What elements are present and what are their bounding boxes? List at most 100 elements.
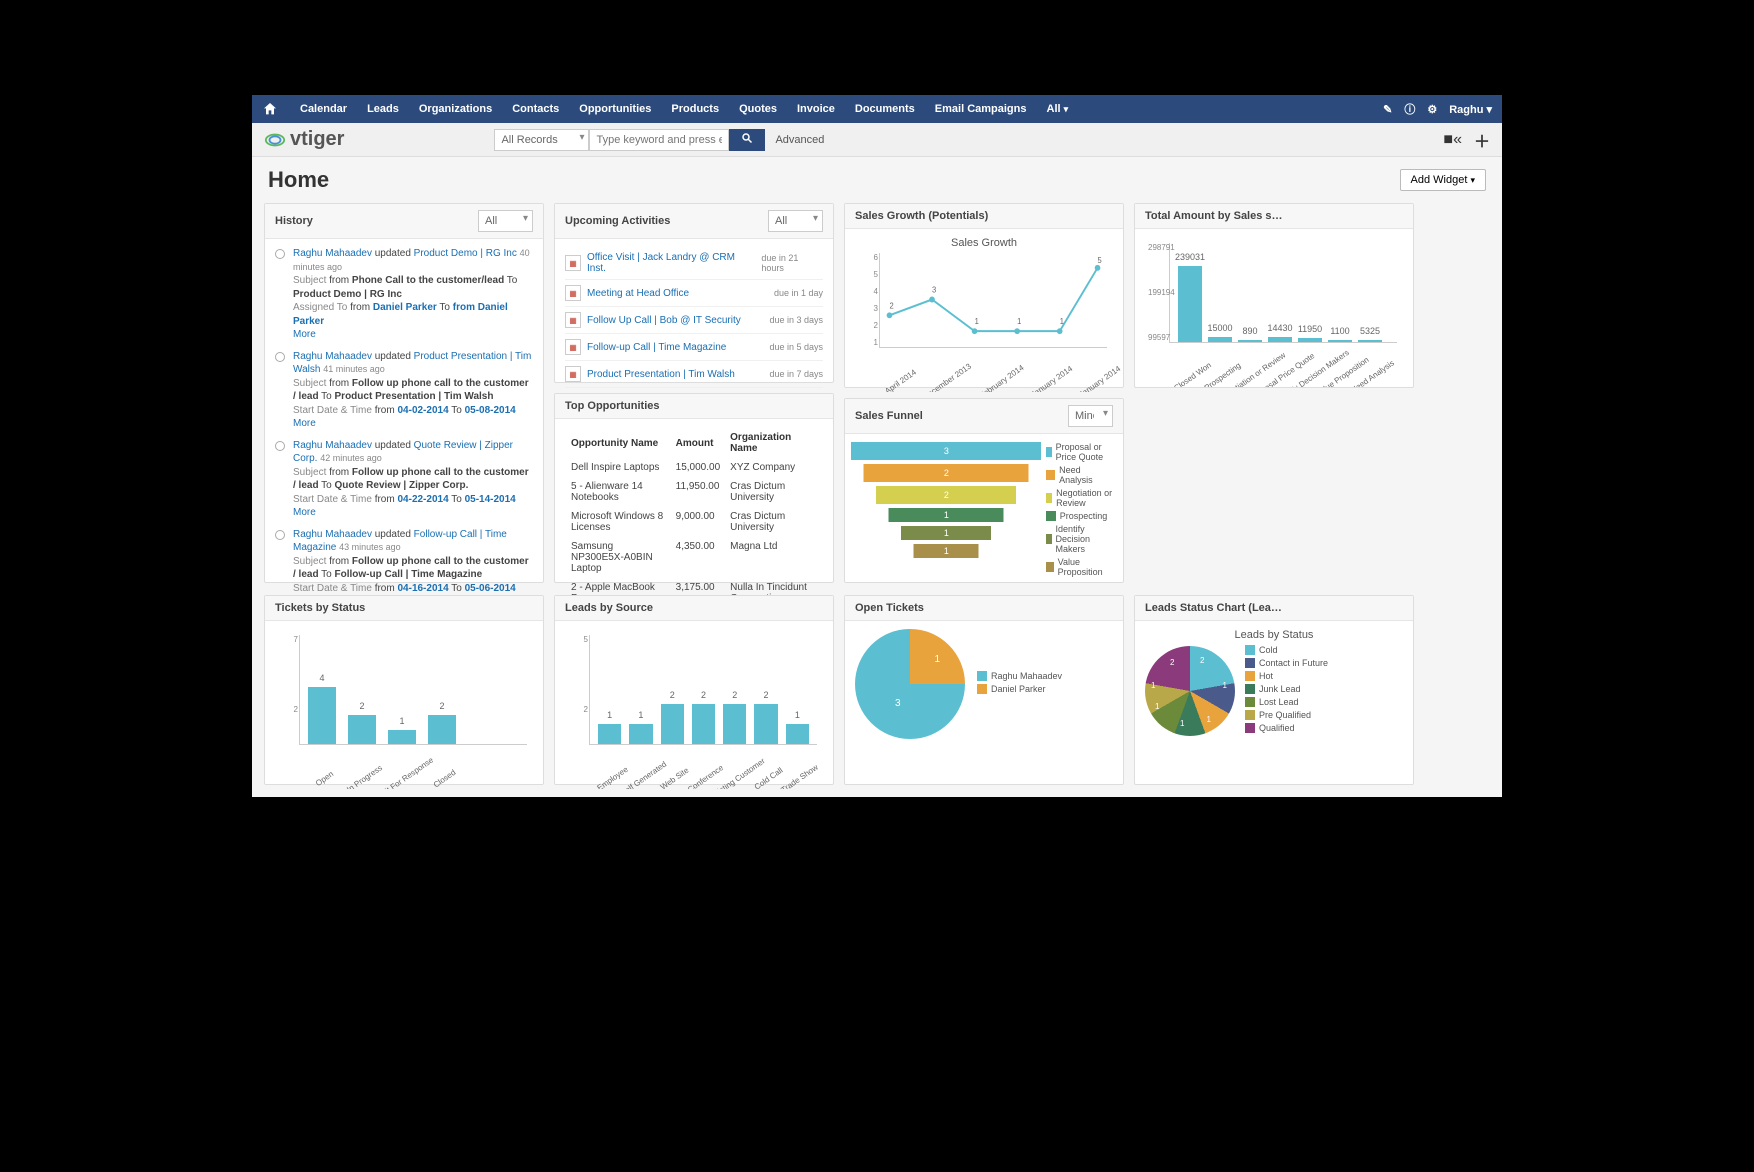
advanced-search-link[interactable]: Advanced: [775, 134, 824, 146]
chart-title: Sales Growth: [855, 237, 1113, 249]
nav-opportunities[interactable]: Opportunities: [569, 95, 661, 123]
nav-invoice[interactable]: Invoice: [787, 95, 845, 123]
widget-leads-status: Leads Status Chart (Lea… Leads by Status…: [1134, 595, 1414, 785]
more-link[interactable]: More: [293, 329, 316, 340]
widget-total-amount: Total Amount by Sales s… 298791199194995…: [1134, 203, 1414, 388]
history-filter-select[interactable]: [478, 210, 533, 232]
total-amount-chart: 29879119919499597 239031Closed Won15000P…: [1169, 243, 1397, 343]
calendar-icon: ▦: [565, 312, 581, 328]
open-tickets-legend: Raghu MahaadevDaniel Parker: [977, 671, 1062, 697]
table-row[interactable]: Microsoft Windows 8 Licenses9,000.00Cras…: [567, 508, 821, 536]
add-widget-button[interactable]: Add Widget ▾: [1400, 169, 1486, 191]
svg-text:1: 1: [1060, 317, 1064, 326]
logo[interactable]: vtiger: [264, 128, 344, 151]
history-item: Raghu Mahaadev updated Product Demo | RG…: [275, 247, 533, 342]
chart-bar: 890Negotiation or Review: [1238, 340, 1262, 342]
widget-leads-source: Leads by Source 52 1Employee1Self Genera…: [554, 595, 834, 785]
widget-tickets-status: Tickets by Status 72 4Open2In Progress1W…: [264, 595, 544, 785]
search-scope-select[interactable]: [494, 129, 589, 151]
table-row[interactable]: 5 - Alienware 14 Notebooks11,950.00Cras …: [567, 478, 821, 506]
more-link[interactable]: More: [293, 418, 316, 429]
funnel-filter-select[interactable]: [1068, 405, 1113, 427]
widget-title: Leads by Source: [565, 602, 653, 614]
chart-bar: 1Wait For Response: [388, 730, 416, 744]
chart-bar: 14430Proposal Price Quote: [1268, 337, 1292, 342]
widget-title: Total Amount by Sales s…: [1145, 210, 1283, 222]
activities-filter-select[interactable]: [768, 210, 823, 232]
bullet-icon: [275, 249, 285, 259]
calendar-icon: ▦: [565, 285, 581, 301]
widget-open-tickets: Open Tickets 1 3 Raghu MahaadevDaniel Pa…: [844, 595, 1124, 785]
chart-bar: 2In Progress: [348, 715, 376, 744]
top-nav: Calendar Leads Organizations Contacts Op…: [252, 95, 1502, 123]
calendar-icon: ▦: [565, 339, 581, 355]
widget-sales-growth: Sales Growth (Potentials) Sales Growth 6…: [844, 203, 1124, 388]
activity-item[interactable]: ▦Meeting at Head Officedue in 1 day: [565, 280, 823, 307]
chevron-down-icon: ▾: [1486, 104, 1492, 116]
chart-bar: 15000Prospecting: [1208, 337, 1232, 342]
nav-all[interactable]: All▾: [1037, 95, 1079, 123]
nav-documents[interactable]: Documents: [845, 95, 925, 123]
logo-text: vtiger: [290, 128, 344, 151]
search-input[interactable]: [589, 129, 729, 151]
chart-bar: 239031Closed Won: [1178, 266, 1202, 342]
activity-item[interactable]: ▦Follow Up Call | Bob @ IT Securitydue i…: [565, 307, 823, 334]
chart-bar: 11950Identify Decision Makers: [1298, 338, 1322, 342]
widget-title: Sales Growth (Potentials): [855, 210, 988, 222]
add-icon[interactable]: ＋: [1474, 128, 1490, 152]
nav-contacts[interactable]: Contacts: [502, 95, 569, 123]
activity-item[interactable]: ▦Product Presentation | Tim Walshdue in …: [565, 361, 823, 388]
nav-organizations[interactable]: Organizations: [409, 95, 502, 123]
user-menu[interactable]: Raghu▾: [1449, 103, 1492, 116]
chart-bar: 2Cold Call: [754, 704, 777, 744]
table-row[interactable]: Samsung NP300E5X-A0BIN Laptop4,350.00Mag…: [567, 538, 821, 577]
video-icon[interactable]: ■«: [1443, 131, 1462, 149]
chart-bar: 1100Value Proposition: [1328, 340, 1352, 342]
info-icon[interactable]: ⓘ: [1404, 101, 1415, 117]
calendar-icon: ▦: [565, 366, 581, 382]
svg-text:1: 1: [1017, 317, 1021, 326]
svg-text:5: 5: [1098, 256, 1102, 265]
widget-history: History Raghu Mahaadev updated Product D…: [264, 203, 544, 583]
leads-status-legend: ColdContact in FutureHotJunk LeadLost Le…: [1245, 645, 1328, 736]
search-button[interactable]: [729, 129, 765, 151]
history-item: Raghu Mahaadev updated Product Presentat…: [275, 350, 533, 431]
svg-text:1: 1: [975, 317, 979, 326]
add-widget-label: Add Widget: [1411, 174, 1468, 186]
funnel-legend: Proposal or Price QuoteNeed AnalysisNego…: [1046, 442, 1113, 582]
chart-bar: 2Closed: [428, 715, 456, 744]
chart-bar: 2Existing Customer: [723, 704, 746, 744]
widget-activities: Upcoming Activities ▦Office Visit | Jack…: [554, 203, 834, 383]
nav-all-label: All: [1047, 103, 1061, 115]
activity-item[interactable]: ▦Office Visit | Jack Landry @ CRM Inst.d…: [565, 247, 823, 280]
svg-text:3: 3: [932, 285, 936, 294]
gear-icon[interactable]: ⚙: [1427, 103, 1437, 116]
widget-title: History: [275, 215, 313, 227]
nav-email-campaigns[interactable]: Email Campaigns: [925, 95, 1037, 123]
bullet-icon: [275, 352, 285, 362]
widget-title: Open Tickets: [855, 602, 924, 614]
page-header: Home Add Widget ▾: [252, 157, 1502, 203]
home-icon[interactable]: [262, 101, 278, 117]
leads-status-pie: 2 1 1 1 1 1 2: [1145, 646, 1235, 736]
widget-sales-funnel: Sales Funnel 3 2 2 1 1 1 Proposal or Pri…: [844, 398, 1124, 583]
funnel-chart: 3 2 2 1 1 1: [855, 442, 1038, 582]
page-title: Home: [268, 167, 329, 193]
toolbar: vtiger Advanced ■« ＋: [252, 123, 1502, 157]
open-tickets-pie: 1 3: [855, 629, 965, 739]
chevron-down-icon: ▾: [1470, 175, 1475, 185]
activity-item[interactable]: ▦Follow-up Call | Time Magazinedue in 5 …: [565, 334, 823, 361]
edit-icon[interactable]: ✎: [1383, 103, 1392, 116]
chart-bar: 1Trade Show: [786, 724, 809, 744]
nav-calendar[interactable]: Calendar: [290, 95, 357, 123]
widget-title: Upcoming Activities: [565, 215, 670, 227]
bullet-icon: [275, 441, 285, 451]
nav-quotes[interactable]: Quotes: [729, 95, 787, 123]
widget-title: Top Opportunities: [565, 400, 660, 412]
chart-bar: 4Open: [308, 687, 336, 744]
nav-products[interactable]: Products: [661, 95, 729, 123]
widget-title: Tickets by Status: [275, 602, 365, 614]
nav-leads[interactable]: Leads: [357, 95, 409, 123]
more-link[interactable]: More: [293, 507, 316, 518]
table-row[interactable]: Dell Inspire Laptops15,000.00XYZ Company: [567, 459, 821, 476]
